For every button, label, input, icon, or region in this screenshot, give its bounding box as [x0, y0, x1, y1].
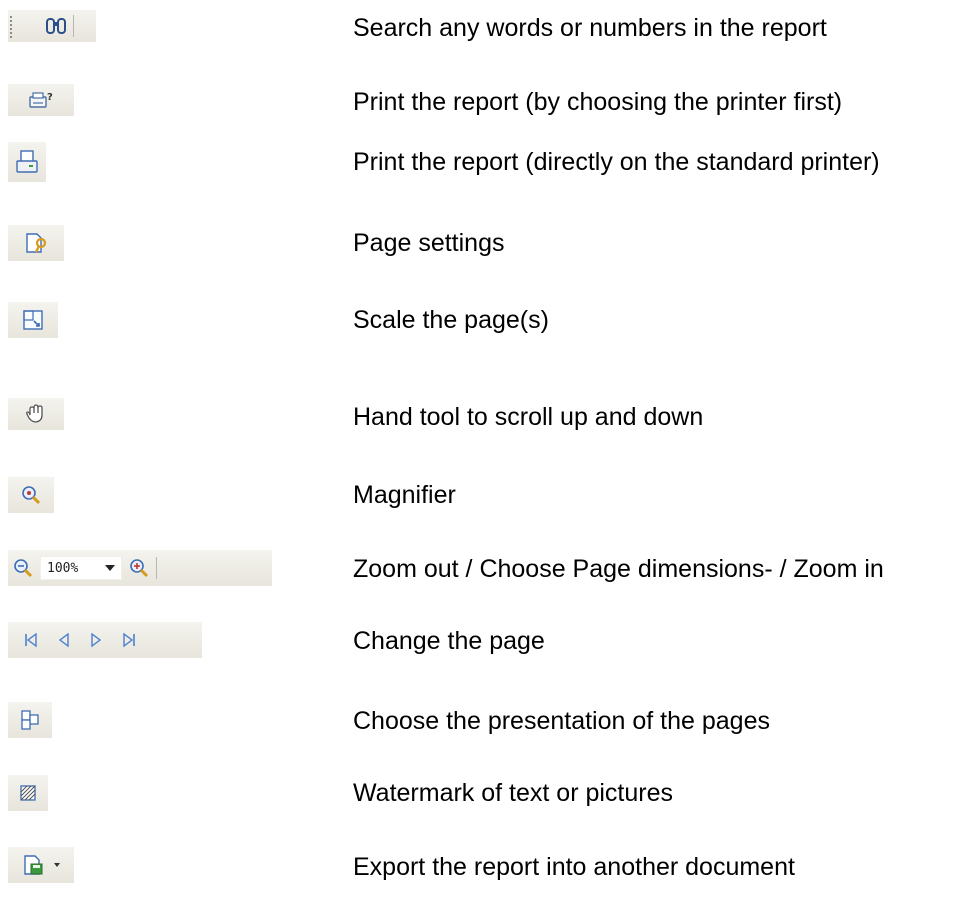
- zoom-out-icon[interactable]: [12, 557, 34, 579]
- row-description: Search any words or numbers in the repor…: [353, 14, 827, 42]
- page-settings-toolbar: [8, 225, 64, 261]
- export-toolbar: [8, 847, 74, 883]
- row-description: Print the report (directly on the standa…: [353, 148, 880, 176]
- row-description: Choose the presentation of the pages: [353, 707, 770, 735]
- svg-text:?: ?: [47, 92, 53, 103]
- row-description: Change the page: [353, 627, 545, 655]
- zoom-toolbar: 100%: [8, 550, 272, 586]
- row-description: Magnifier: [353, 481, 456, 509]
- first-page-icon[interactable]: [24, 632, 38, 648]
- row-description: Scale the page(s): [353, 306, 549, 334]
- scale-toolbar: [8, 302, 58, 338]
- previous-page-icon[interactable]: [58, 632, 70, 648]
- print-dialog-icon[interactable]: ?: [27, 90, 55, 110]
- watermark-toolbar: [8, 775, 48, 811]
- magnifier-toolbar: [8, 477, 54, 513]
- watermark-icon[interactable]: [18, 783, 38, 803]
- printer-toolbar: [8, 142, 46, 182]
- toolbar-separator: [72, 15, 74, 37]
- chevron-down-icon[interactable]: [105, 565, 115, 571]
- last-page-icon[interactable]: [122, 632, 136, 648]
- printer-icon[interactable]: [15, 149, 39, 175]
- hand-toolbar: [8, 398, 64, 430]
- chevron-down-icon[interactable]: [54, 863, 60, 867]
- search-toolbar: [8, 10, 96, 42]
- zoom-select[interactable]: 100%: [40, 556, 122, 580]
- export-icon[interactable]: [22, 854, 46, 876]
- binoculars-icon[interactable]: [45, 16, 67, 36]
- page-layout-toolbar: [8, 702, 52, 738]
- row-description: Export the report into another document: [353, 853, 795, 881]
- magnifier-icon[interactable]: [20, 484, 42, 506]
- zoom-value: 100%: [47, 560, 79, 576]
- row-description: Page settings: [353, 229, 505, 257]
- hand-tool-icon[interactable]: [24, 403, 48, 425]
- zoom-in-icon[interactable]: [128, 557, 150, 579]
- toolbar-grip: [10, 16, 12, 38]
- row-description: Print the report (by choosing the printe…: [353, 88, 843, 116]
- print-dialog-toolbar: ?: [8, 84, 74, 116]
- row-description: Watermark of text or pictures: [353, 779, 673, 807]
- navigation-toolbar: [8, 622, 202, 658]
- row-description: Hand tool to scroll up and down: [353, 403, 704, 431]
- page-layout-icon[interactable]: [19, 709, 41, 731]
- toolbar-separator: [156, 557, 157, 579]
- next-page-icon[interactable]: [90, 632, 102, 648]
- row-description: Zoom out / Choose Page dimensions- / Zoo…: [353, 555, 884, 583]
- scale-page-icon[interactable]: [22, 309, 44, 331]
- page-settings-icon[interactable]: [24, 232, 48, 254]
